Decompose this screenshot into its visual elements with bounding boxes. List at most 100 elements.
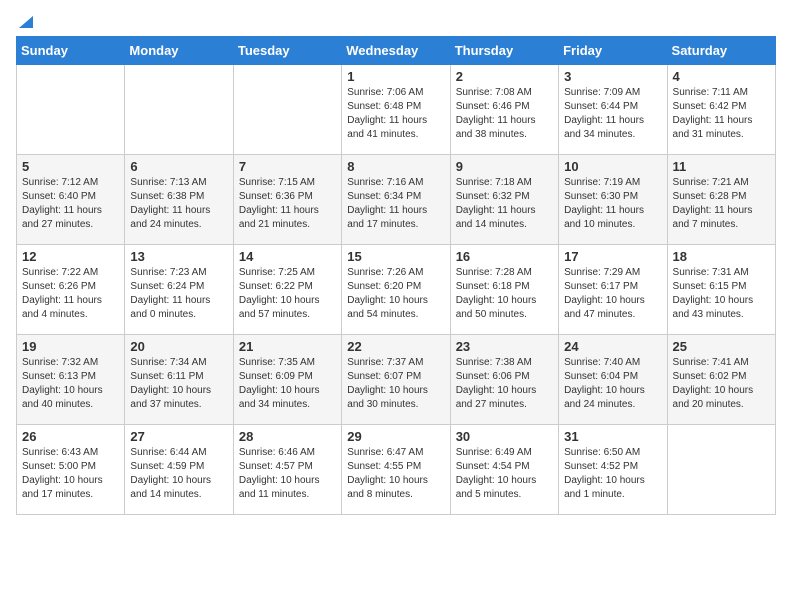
day-number: 16 xyxy=(456,249,553,264)
day-info: Sunrise: 6:44 AM Sunset: 4:59 PM Dayligh… xyxy=(130,446,227,502)
day-info: Sunrise: 7:12 AM Sunset: 6:40 PM Dayligh… xyxy=(22,176,119,232)
calendar-week-row: 26 Sunrise: 6:43 AM Sunset: 5:00 PM Dayli… xyxy=(17,425,776,515)
calendar-cell: 29 Sunrise: 6:47 AM Sunset: 4:55 PM Dayli… xyxy=(342,425,450,515)
day-number: 31 xyxy=(564,429,661,444)
day-info: Sunrise: 7:41 AM Sunset: 6:02 PM Dayligh… xyxy=(673,356,770,412)
day-number: 22 xyxy=(347,339,444,354)
calendar-cell: 5 Sunrise: 7:12 AM Sunset: 6:40 PM Daylig… xyxy=(17,155,125,245)
day-info: Sunrise: 7:38 AM Sunset: 6:06 PM Dayligh… xyxy=(456,356,553,412)
calendar-cell: 1 Sunrise: 7:06 AM Sunset: 6:48 PM Daylig… xyxy=(342,65,450,155)
calendar-cell: 27 Sunrise: 6:44 AM Sunset: 4:59 PM Dayli… xyxy=(125,425,233,515)
day-info: Sunrise: 6:50 AM Sunset: 4:52 PM Dayligh… xyxy=(564,446,661,502)
day-info: Sunrise: 7:31 AM Sunset: 6:15 PM Dayligh… xyxy=(673,266,770,322)
day-info: Sunrise: 7:37 AM Sunset: 6:07 PM Dayligh… xyxy=(347,356,444,412)
day-info: Sunrise: 6:46 AM Sunset: 4:57 PM Dayligh… xyxy=(239,446,336,502)
calendar-cell: 19 Sunrise: 7:32 AM Sunset: 6:13 PM Dayli… xyxy=(17,335,125,425)
calendar-cell: 12Sunrise: 7:22 AM Sunset: 6:26 PM Dayli… xyxy=(17,245,125,335)
weekday-header-sunday: Sunday xyxy=(17,37,125,65)
calendar-week-row: 5 Sunrise: 7:12 AM Sunset: 6:40 PM Daylig… xyxy=(17,155,776,245)
day-number: 6 xyxy=(130,159,227,174)
calendar-cell: 9 Sunrise: 7:18 AM Sunset: 6:32 PM Daylig… xyxy=(450,155,558,245)
calendar-cell: 26 Sunrise: 6:43 AM Sunset: 5:00 PM Dayli… xyxy=(17,425,125,515)
day-number: 5 xyxy=(22,159,119,174)
day-info: Sunrise: 7:25 AM Sunset: 6:22 PM Dayligh… xyxy=(239,266,336,322)
day-number: 20 xyxy=(130,339,227,354)
day-info: Sunrise: 7:21 AM Sunset: 6:28 PM Dayligh… xyxy=(673,176,770,232)
calendar-cell: 28 Sunrise: 6:46 AM Sunset: 4:57 PM Dayli… xyxy=(233,425,341,515)
day-number: 28 xyxy=(239,429,336,444)
calendar-week-row: 1 Sunrise: 7:06 AM Sunset: 6:48 PM Daylig… xyxy=(17,65,776,155)
day-info: Sunrise: 6:47 AM Sunset: 4:55 PM Dayligh… xyxy=(347,446,444,502)
calendar-cell: 16 Sunrise: 7:28 AM Sunset: 6:18 PM Dayli… xyxy=(450,245,558,335)
day-info: Sunrise: 7:18 AM Sunset: 6:32 PM Dayligh… xyxy=(456,176,553,232)
day-info: Sunrise: 7:23 AM Sunset: 6:24 PM Dayligh… xyxy=(130,266,227,322)
weekday-header-wednesday: Wednesday xyxy=(342,37,450,65)
calendar-cell: 23 Sunrise: 7:38 AM Sunset: 6:06 PM Dayli… xyxy=(450,335,558,425)
day-info: Sunrise: 7:09 AM Sunset: 6:44 PM Dayligh… xyxy=(564,86,661,142)
day-number: 26 xyxy=(22,429,119,444)
page-header xyxy=(16,16,776,26)
day-info: Sunrise: 7:22 AM Sunset: 6:26 PM Dayligh… xyxy=(22,266,119,322)
calendar-cell: 17 Sunrise: 7:29 AM Sunset: 6:17 PM Dayli… xyxy=(559,245,667,335)
calendar-cell: 10 Sunrise: 7:19 AM Sunset: 6:30 PM Dayli… xyxy=(559,155,667,245)
day-number: 21 xyxy=(239,339,336,354)
calendar-cell: 22 Sunrise: 7:37 AM Sunset: 6:07 PM Dayli… xyxy=(342,335,450,425)
day-number: 18 xyxy=(673,249,770,264)
day-info: Sunrise: 7:06 AM Sunset: 6:48 PM Dayligh… xyxy=(347,86,444,142)
day-number: 27 xyxy=(130,429,227,444)
day-number: 9 xyxy=(456,159,553,174)
day-number: 30 xyxy=(456,429,553,444)
day-number: 1 xyxy=(347,69,444,84)
calendar-cell: 3 Sunrise: 7:09 AM Sunset: 6:44 PM Daylig… xyxy=(559,65,667,155)
day-info: Sunrise: 6:43 AM Sunset: 5:00 PM Dayligh… xyxy=(22,446,119,502)
calendar-cell: 21 Sunrise: 7:35 AM Sunset: 6:09 PM Dayli… xyxy=(233,335,341,425)
day-info: Sunrise: 7:26 AM Sunset: 6:20 PM Dayligh… xyxy=(347,266,444,322)
calendar-cell: 20Sunrise: 7:34 AM Sunset: 6:11 PM Dayli… xyxy=(125,335,233,425)
calendar-table: SundayMondayTuesdayWednesdayThursdayFrid… xyxy=(16,36,776,515)
day-number: 25 xyxy=(673,339,770,354)
day-info: Sunrise: 7:16 AM Sunset: 6:34 PM Dayligh… xyxy=(347,176,444,232)
weekday-header-friday: Friday xyxy=(559,37,667,65)
weekday-header-tuesday: Tuesday xyxy=(233,37,341,65)
calendar-cell xyxy=(125,65,233,155)
calendar-cell: 6 Sunrise: 7:13 AM Sunset: 6:38 PM Daylig… xyxy=(125,155,233,245)
day-number: 10 xyxy=(564,159,661,174)
calendar-week-row: 12Sunrise: 7:22 AM Sunset: 6:26 PM Dayli… xyxy=(17,245,776,335)
calendar-cell: 14 Sunrise: 7:25 AM Sunset: 6:22 PM Dayli… xyxy=(233,245,341,335)
day-number: 29 xyxy=(347,429,444,444)
day-number: 11 xyxy=(673,159,770,174)
calendar-cell: 8Sunrise: 7:16 AM Sunset: 6:34 PM Daylig… xyxy=(342,155,450,245)
logo-triangle-icon xyxy=(17,12,35,30)
calendar-cell: 30Sunrise: 6:49 AM Sunset: 4:54 PM Dayli… xyxy=(450,425,558,515)
calendar-cell: 13 Sunrise: 7:23 AM Sunset: 6:24 PM Dayli… xyxy=(125,245,233,335)
day-info: Sunrise: 7:28 AM Sunset: 6:18 PM Dayligh… xyxy=(456,266,553,322)
calendar-header-row: SundayMondayTuesdayWednesdayThursdayFrid… xyxy=(17,37,776,65)
day-number: 23 xyxy=(456,339,553,354)
day-number: 4 xyxy=(673,69,770,84)
day-number: 24 xyxy=(564,339,661,354)
day-info: Sunrise: 7:40 AM Sunset: 6:04 PM Dayligh… xyxy=(564,356,661,412)
calendar-cell: 25 Sunrise: 7:41 AM Sunset: 6:02 PM Dayli… xyxy=(667,335,775,425)
calendar-cell xyxy=(667,425,775,515)
day-info: Sunrise: 7:08 AM Sunset: 6:46 PM Dayligh… xyxy=(456,86,553,142)
day-number: 3 xyxy=(564,69,661,84)
day-number: 19 xyxy=(22,339,119,354)
calendar-cell: 11 Sunrise: 7:21 AM Sunset: 6:28 PM Dayli… xyxy=(667,155,775,245)
day-info: Sunrise: 7:32 AM Sunset: 6:13 PM Dayligh… xyxy=(22,356,119,412)
weekday-header-saturday: Saturday xyxy=(667,37,775,65)
weekday-header-monday: Monday xyxy=(125,37,233,65)
logo xyxy=(16,16,35,26)
day-info: Sunrise: 7:13 AM Sunset: 6:38 PM Dayligh… xyxy=(130,176,227,232)
day-number: 13 xyxy=(130,249,227,264)
calendar-week-row: 19 Sunrise: 7:32 AM Sunset: 6:13 PM Dayli… xyxy=(17,335,776,425)
day-number: 2 xyxy=(456,69,553,84)
day-info: Sunrise: 7:35 AM Sunset: 6:09 PM Dayligh… xyxy=(239,356,336,412)
day-info: Sunrise: 7:15 AM Sunset: 6:36 PM Dayligh… xyxy=(239,176,336,232)
calendar-cell: 2 Sunrise: 7:08 AM Sunset: 6:46 PM Daylig… xyxy=(450,65,558,155)
day-number: 17 xyxy=(564,249,661,264)
day-number: 14 xyxy=(239,249,336,264)
day-info: Sunrise: 7:29 AM Sunset: 6:17 PM Dayligh… xyxy=(564,266,661,322)
day-info: Sunrise: 7:19 AM Sunset: 6:30 PM Dayligh… xyxy=(564,176,661,232)
calendar-cell: 7Sunrise: 7:15 AM Sunset: 6:36 PM Daylig… xyxy=(233,155,341,245)
calendar-cell xyxy=(17,65,125,155)
